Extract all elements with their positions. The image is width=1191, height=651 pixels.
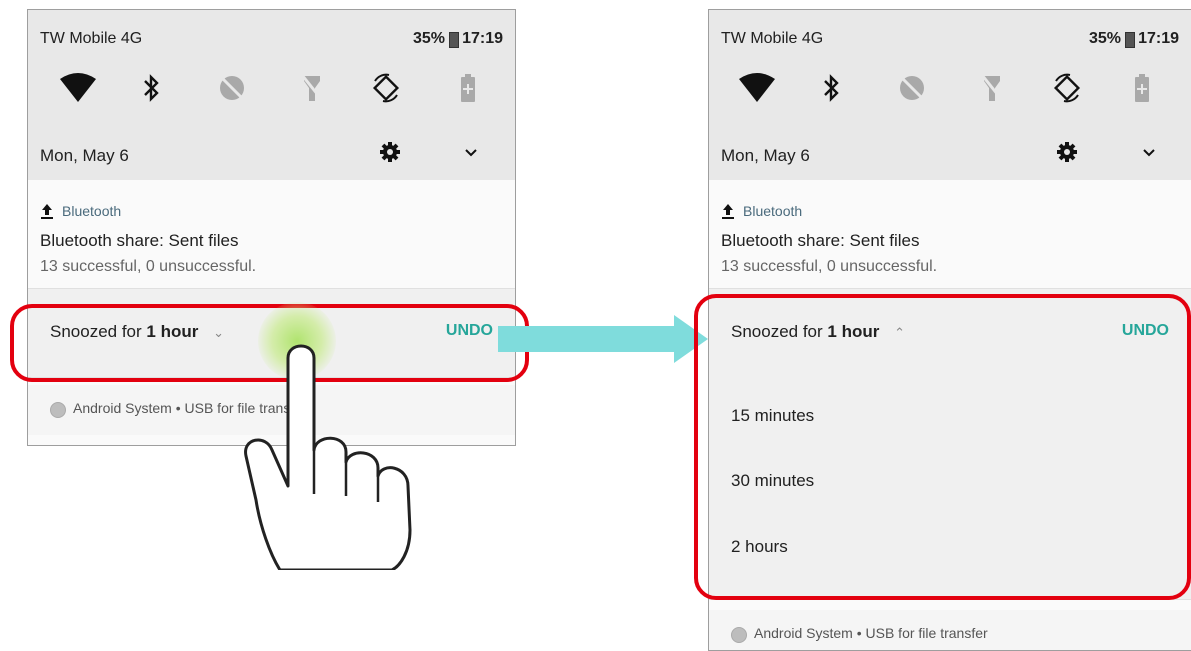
battery-icon [1125, 32, 1135, 48]
battery-percent: 35% [1088, 30, 1121, 47]
wifi-icon[interactable] [737, 68, 777, 108]
quick-settings-panel: TW Mobile 4G 35% 17:19 Mon, May 6 [28, 10, 515, 180]
hand-pointer-icon [244, 344, 412, 570]
status-bar: TW Mobile 4G 35% 17:19 [721, 30, 1179, 52]
battery-saver-icon[interactable] [448, 68, 488, 108]
date-label: Mon, May 6 [40, 146, 129, 165]
quick-settings-panel: TW Mobile 4G 35% 17:19 Mon, May 6 [709, 10, 1191, 180]
notification-text: 13 successful, 0 unsuccessful. [40, 258, 257, 275]
expand-chevron-icon[interactable] [461, 142, 481, 162]
upload-icon [41, 204, 53, 219]
dnd-icon[interactable] [212, 68, 252, 108]
dnd-icon[interactable] [892, 68, 932, 108]
notification-app-name: Bluetooth [62, 203, 122, 219]
expand-chevron-icon[interactable] [1139, 142, 1159, 162]
auto-rotate-icon[interactable] [366, 68, 406, 108]
wifi-icon[interactable] [58, 68, 98, 108]
clock: 17:19 [1138, 30, 1179, 47]
date-label: Mon, May 6 [721, 146, 810, 165]
clock: 17:19 [462, 30, 503, 47]
bluetooth-icon[interactable] [812, 68, 852, 108]
battery-percent: 35% [412, 30, 445, 47]
date-row: Mon, May 6 [709, 120, 1191, 180]
notification-header: Bluetooth [40, 201, 121, 221]
settings-gear-icon[interactable] [1053, 138, 1081, 166]
android-system-notification[interactable]: Android System • USB for file transfer [709, 610, 1191, 650]
quick-tiles-row [28, 68, 515, 108]
flashlight-off-icon[interactable] [972, 68, 1012, 108]
notification-title: Bluetooth share: Sent files [721, 231, 920, 250]
date-row: Mon, May 6 [28, 120, 515, 180]
bluetooth-notification[interactable]: Bluetooth Bluetooth share: Sent files 13… [28, 180, 515, 288]
android-system-icon [731, 627, 747, 643]
quick-tiles-row [709, 68, 1191, 108]
battery-saver-icon[interactable] [1122, 68, 1162, 108]
status-bar: TW Mobile 4G 35% 17:19 [40, 30, 503, 52]
carrier-label: TW Mobile 4G [721, 30, 824, 47]
android-system-icon [50, 402, 66, 418]
highlight-box-right [694, 294, 1191, 600]
notification-header: Bluetooth [721, 201, 802, 221]
notification-title: Bluetooth share: Sent files [40, 231, 239, 250]
bluetooth-notification[interactable]: Bluetooth Bluetooth share: Sent files 13… [709, 180, 1191, 288]
transition-arrow-icon [498, 315, 708, 363]
carrier-label: TW Mobile 4G [40, 30, 143, 47]
upload-icon [722, 204, 734, 219]
settings-gear-icon[interactable] [376, 138, 404, 166]
flashlight-off-icon[interactable] [292, 68, 332, 108]
battery-icon [449, 32, 459, 48]
bluetooth-icon[interactable] [132, 68, 172, 108]
android-system-label: Android System • USB for file transfer [754, 625, 988, 641]
notification-app-name: Bluetooth [743, 203, 803, 219]
notification-text: 13 successful, 0 unsuccessful. [721, 258, 938, 275]
auto-rotate-icon[interactable] [1047, 68, 1087, 108]
